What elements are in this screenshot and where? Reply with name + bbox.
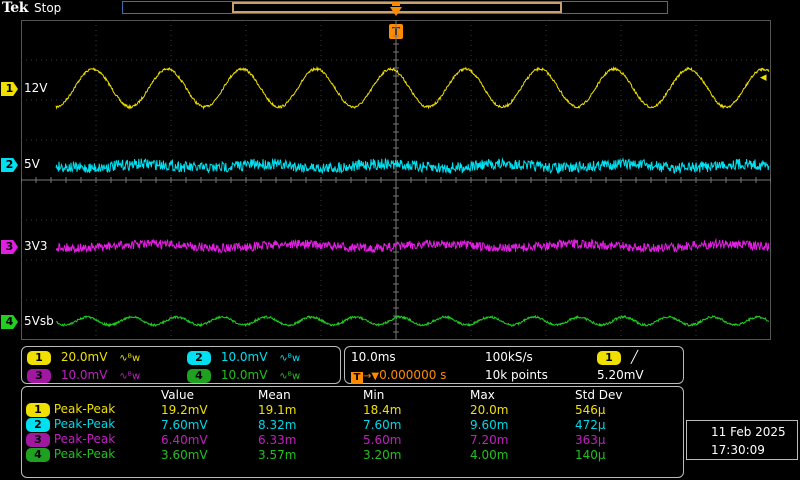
ch3-coupling-icon: ∿ᴮw bbox=[119, 371, 141, 382]
trigger-level-arrow-icon[interactable]: ◂ bbox=[760, 70, 767, 85]
measurement-row-ch4[interactable]: 4 Peak-Peak 3.60mV 3.57m 3.20m 4.00m 140… bbox=[26, 447, 622, 462]
ch1-waveform bbox=[55, 65, 770, 110]
trigger-icon: T bbox=[351, 372, 363, 384]
measurements-header-row: Value Mean Min Max Std Dev bbox=[161, 388, 623, 402]
acquisition-state: Stop bbox=[34, 1, 62, 15]
trigger-position-icon[interactable] bbox=[389, 2, 403, 18]
horizontal-position[interactable]: T →▼0.000000 s bbox=[351, 368, 446, 384]
time-readout: 17:30:09 bbox=[711, 443, 765, 457]
ch3-scale[interactable]: 3 10.0mV ∿ᴮw bbox=[27, 368, 140, 384]
ch2-scale[interactable]: 2 10.0mV ∿ᴮw bbox=[187, 350, 300, 366]
trigger-source[interactable]: 1 ╱ bbox=[597, 350, 638, 365]
measurements-panel[interactable]: Value Mean Min Max Std Dev 1 Peak-Peak 1… bbox=[21, 386, 684, 478]
ch1-coupling-icon: ∿ᴮw bbox=[119, 353, 141, 364]
ch1-scale[interactable]: 1 20.0mV ∿ᴮw bbox=[27, 350, 140, 366]
position-arrow-icon: →▼ bbox=[363, 371, 380, 382]
ch3-ground-marker[interactable]: 3 bbox=[1, 240, 18, 254]
measurement-row-ch2[interactable]: 2 Peak-Peak 7.60mV 8.32m 7.60m 9.60m 472… bbox=[26, 417, 622, 432]
ch2-waveform bbox=[55, 157, 770, 175]
graticule-lines bbox=[21, 20, 771, 340]
ch4-label: 5Vsb bbox=[24, 314, 54, 328]
ch2-ground-marker[interactable]: 2 bbox=[1, 158, 18, 172]
trigger-level[interactable]: 5.20mV bbox=[597, 368, 644, 382]
rising-edge-icon: ╱ bbox=[630, 350, 639, 364]
date-readout: 11 Feb 2025 bbox=[711, 425, 786, 439]
ch1-label: 12V bbox=[24, 81, 48, 95]
ch1-ground-marker[interactable]: 1 bbox=[1, 82, 18, 96]
ch2-label: 5V bbox=[24, 157, 40, 171]
timebase-scale[interactable]: 10.0ms bbox=[351, 350, 396, 364]
record-length: 10k points bbox=[485, 368, 548, 382]
brand-logo: Tek bbox=[2, 0, 28, 16]
waveform-graticule[interactable] bbox=[21, 20, 771, 340]
measurement-row-ch3[interactable]: 3 Peak-Peak 6.40mV 6.33m 5.60m 7.20m 363… bbox=[26, 432, 622, 447]
ch3-waveform bbox=[55, 237, 770, 254]
ch2-coupling-icon: ∿ᴮw bbox=[279, 353, 301, 364]
sample-rate: 100kS/s bbox=[485, 350, 533, 364]
measurements-table: Value Mean Min Max Std Dev 1 Peak-Peak 1… bbox=[26, 388, 622, 462]
ch3-label: 3V3 bbox=[24, 239, 48, 253]
ch4-waveform bbox=[56, 314, 770, 328]
measurement-row-ch1[interactable]: 1 Peak-Peak 19.2mV 19.1m 18.4m 20.0m 546… bbox=[26, 402, 622, 417]
ch4-coupling-icon: ∿ᴮw bbox=[279, 371, 301, 382]
datetime-panel: 11 Feb 2025 17:30:09 bbox=[686, 420, 798, 460]
horizontal-trigger-panel[interactable]: 10.0ms 100kS/s 1 ╱ T →▼0.000000 s 10k poi… bbox=[344, 346, 684, 384]
ch4-scale[interactable]: 4 10.0mV ∿ᴮw bbox=[187, 368, 300, 384]
ch4-ground-marker[interactable]: 4 bbox=[1, 315, 18, 329]
waveforms bbox=[55, 65, 770, 328]
vertical-scale-panel[interactable]: 1 20.0mV ∿ᴮw 2 10.0mV ∿ᴮw 3 10.0mV ∿ᴮw 4… bbox=[21, 346, 341, 384]
